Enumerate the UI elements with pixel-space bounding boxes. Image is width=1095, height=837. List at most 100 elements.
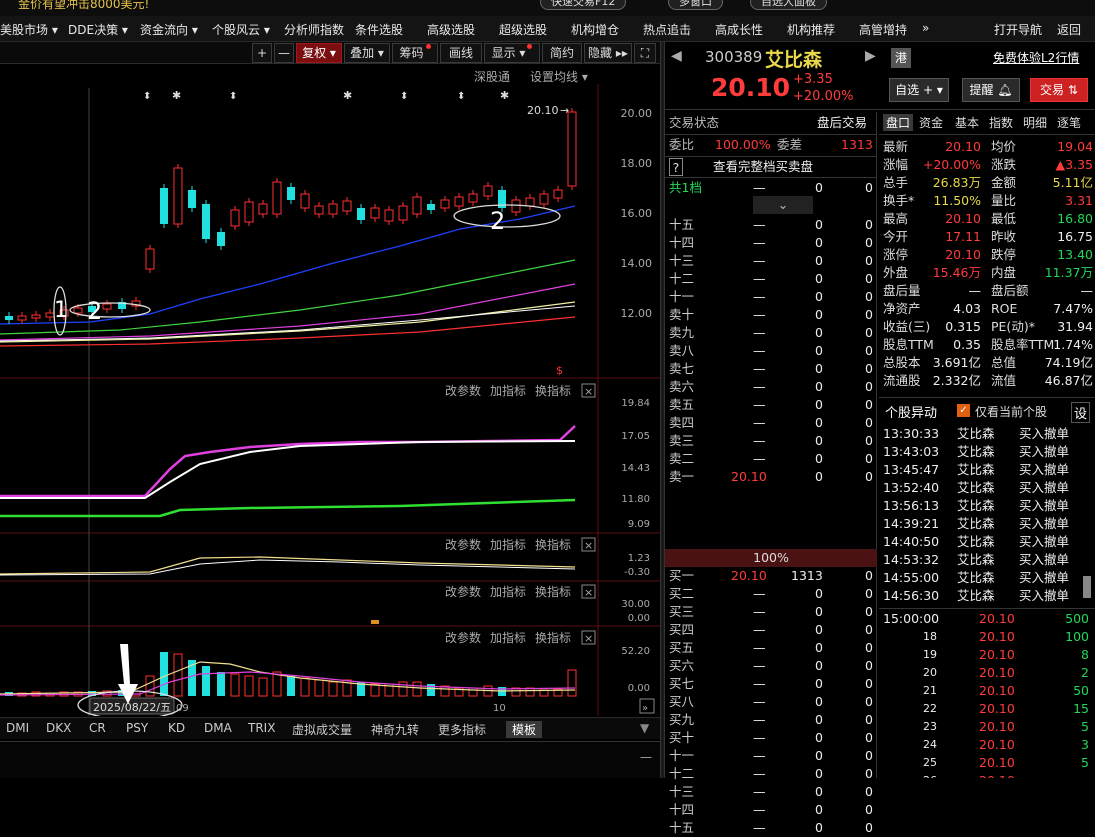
chips-button[interactable]: 筹码 — [392, 43, 438, 63]
display-button[interactable]: 显示 ▾ — [484, 43, 540, 63]
change-params-button[interactable]: 改参数 — [445, 537, 481, 552]
quick-trade-button[interactable]: 快速交易F12 — [540, 0, 627, 10]
yidong-time: 14:39:21 — [883, 516, 940, 531]
add-watchlist-button[interactable]: 自选 + ▾ — [889, 78, 949, 102]
candle — [173, 167, 183, 225]
scroll-down-icon[interactable]: ▼ — [640, 721, 649, 735]
close-panel-icon[interactable]: × — [584, 539, 593, 552]
hk-badge[interactable]: 港 — [891, 48, 911, 68]
tab-dma[interactable]: DMA — [204, 721, 232, 735]
collapse-chevron-icon[interactable]: ⌄ — [753, 196, 813, 214]
checkbox-checked-icon[interactable]: ✓ — [957, 404, 970, 417]
yidong-list: 13:30:33 艾比森 买入撤单 13:43:03 艾比森 买入撤单 13:45:47 艾比… — [883, 425, 1079, 605]
tab-kd[interactable]: KD — [168, 721, 185, 735]
l2-trial-link[interactable]: 免费体验L2行情 — [993, 49, 1079, 66]
buy-level-price: — — [753, 622, 766, 637]
menu-us-market[interactable]: 美股市场 ▾ — [0, 21, 58, 38]
after-hours-label[interactable]: 盘后交易 — [817, 114, 867, 132]
info-tabs: 盘口 资金 基本 指数 明细 逐笔 — [881, 114, 1095, 134]
swap-indicator-button[interactable]: 换指标 — [535, 584, 571, 599]
close-panel-icon[interactable]: × — [584, 586, 593, 599]
menu-advanced-select[interactable]: 高级选股 — [427, 21, 475, 38]
change-params-button[interactable]: 改参数 — [445, 630, 481, 645]
menu-exec-increase[interactable]: 高管增持 — [859, 21, 907, 38]
yidong-event: 买入撤单 — [1019, 462, 1070, 477]
multi-window-button[interactable]: 多窗口 — [668, 0, 723, 10]
add-indicator-button[interactable]: 加指标 — [490, 584, 526, 599]
next-stock-icon[interactable]: ▶ — [865, 48, 876, 64]
prev-stock-icon[interactable]: ◀ — [671, 48, 682, 64]
close-panel-icon[interactable]: × — [584, 632, 593, 645]
menu-analyst-index[interactable]: 分析师指数 — [284, 21, 344, 38]
menu-dde[interactable]: DDE决策 ▾ — [68, 21, 128, 38]
tab-template[interactable]: 模板 — [506, 721, 543, 738]
menu-condition-select[interactable]: 条件选股 — [355, 21, 403, 38]
menu-hot-track[interactable]: 热点追击 — [643, 21, 691, 38]
tick-time: 23 — [923, 720, 937, 733]
menu-institution-add[interactable]: 机构增仓 — [571, 21, 619, 38]
add-indicator-button[interactable]: 加指标 — [490, 537, 526, 552]
tab-dmi[interactable]: DMI — [6, 721, 29, 735]
yidong-scrollbar[interactable] — [1083, 576, 1091, 598]
add-indicator-button[interactable]: 加指标 — [490, 383, 526, 398]
menu-stock-news[interactable]: 个股风云 ▾ — [212, 21, 270, 38]
yidong-stock: 艾比森 — [957, 552, 995, 567]
change-params-button[interactable]: 改参数 — [445, 383, 481, 398]
menu-super-select[interactable]: 超级选股 — [499, 21, 547, 38]
menu-more-chevron-icon[interactable]: » — [922, 21, 929, 35]
draw-line-button[interactable]: 画线 — [440, 43, 482, 63]
simple-button[interactable]: 简约 — [542, 43, 582, 63]
add-indicator-button[interactable]: 加指标 — [490, 630, 526, 645]
tab-trix[interactable]: TRIX — [248, 721, 275, 735]
zoom-in-button[interactable]: + — [252, 43, 272, 63]
alert-button[interactable]: 提醒 🔔︎ — [962, 78, 1020, 102]
close-panel-icon[interactable]: × — [584, 385, 593, 398]
yidong-stock: 艾比森 — [957, 444, 995, 459]
tab-pankou[interactable]: 盘口 — [883, 114, 914, 131]
overlay-button[interactable]: 叠加 ▾ — [344, 43, 390, 63]
full-book-link[interactable]: 查看完整档买卖盘 — [713, 158, 813, 176]
minimize-icon[interactable]: — — [640, 750, 652, 764]
menu-institution-recommend[interactable]: 机构推荐 — [787, 21, 835, 38]
fuquan-button[interactable]: 复权 ▾ — [296, 43, 342, 63]
menu-back[interactable]: 返回 — [1057, 21, 1081, 38]
tab-index[interactable]: 指数 — [989, 114, 1013, 131]
hide-button[interactable]: 隐藏 ▸▸ — [584, 43, 632, 63]
tab-dkx[interactable]: DKX — [46, 721, 71, 735]
change-params-button[interactable]: 改参数 — [445, 584, 481, 599]
swap-indicator-button[interactable]: 换指标 — [535, 537, 571, 552]
help-icon[interactable]: ? — [669, 158, 683, 176]
tab-magic-nine[interactable]: 神奇九转 — [371, 721, 419, 738]
buy-level-label: 买二 — [669, 586, 695, 601]
candle — [525, 197, 535, 207]
sell-level-count: 0 — [865, 343, 873, 358]
fullscreen-icon[interactable]: ⛶ — [634, 43, 656, 63]
tab-tick[interactable]: 逐笔 — [1057, 114, 1081, 131]
shengutong-link[interactable]: 深股通 — [474, 68, 510, 85]
menu-open-nav[interactable]: 打开导航 — [994, 21, 1042, 38]
ma-settings-button[interactable]: 设置均线 ▾ — [530, 68, 588, 85]
y-label: 9.09 — [628, 519, 650, 530]
only-current-label[interactable]: 仅看当前个股 — [975, 403, 1047, 420]
menu-fund-flow[interactable]: 资金流向 ▾ — [140, 21, 198, 38]
tab-fund[interactable]: 资金 — [919, 114, 943, 131]
tab-more-indicators[interactable]: 更多指标 — [438, 721, 486, 738]
yidong-settings-button[interactable]: 设 — [1071, 402, 1091, 423]
swap-indicator-button[interactable]: 换指标 — [535, 630, 571, 645]
promo-text[interactable]: 金价有望冲击8000美元! — [18, 0, 149, 12]
swap-indicator-button[interactable]: 换指标 — [535, 383, 571, 398]
trade-button[interactable]: 交易 ⇅ — [1030, 78, 1088, 102]
volume-bar — [300, 677, 310, 697]
kline-chart-area[interactable]: 20.00 18.00 16.00 14.00 12.00 20.10 → ⬍ … — [0, 84, 660, 716]
scroll-right-icon[interactable]: » — [642, 703, 648, 714]
candle — [45, 312, 55, 318]
custom-panel-button[interactable]: 自选大面板 — [750, 0, 827, 10]
tab-detail[interactable]: 明细 — [1023, 114, 1047, 131]
tab-cr[interactable]: CR — [89, 721, 106, 735]
tab-psy[interactable]: PSY — [126, 721, 148, 735]
tab-virtual-volume[interactable]: 虚拟成交量 — [292, 721, 352, 738]
zoom-out-button[interactable]: — — [274, 43, 294, 63]
tab-basic[interactable]: 基本 — [955, 114, 979, 131]
volume-bar — [244, 675, 254, 697]
menu-high-growth[interactable]: 高成长性 — [715, 21, 763, 38]
